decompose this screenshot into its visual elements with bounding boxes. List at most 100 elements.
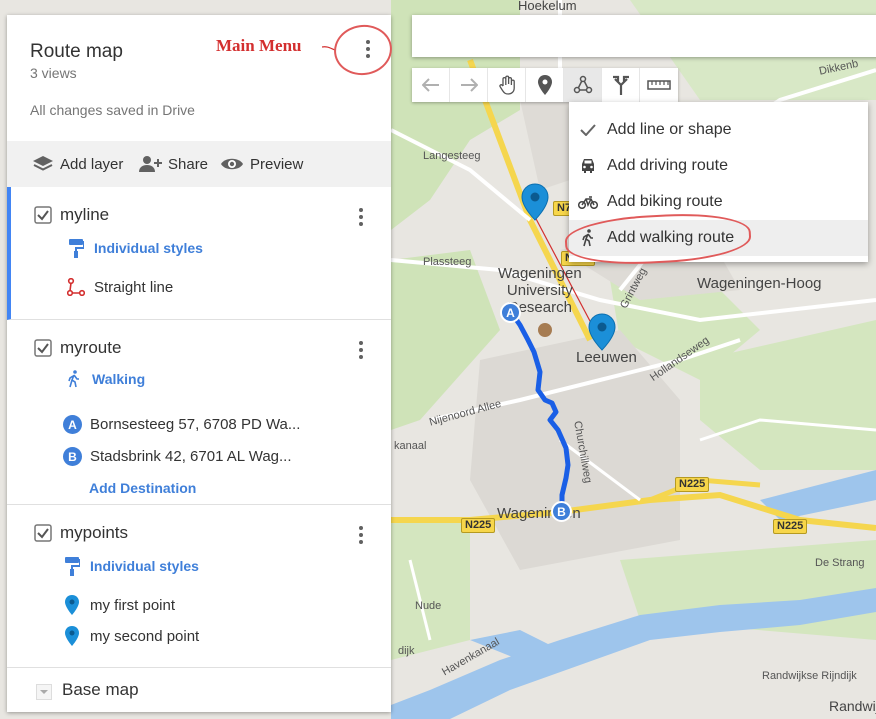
draw-dropdown-menu: Add line or shape Add driving route Add … xyxy=(569,102,868,262)
kebab-icon xyxy=(366,40,370,44)
layer-name[interactable]: mypoints xyxy=(60,523,128,543)
walking-icon xyxy=(569,229,607,247)
route-stop-b[interactable]: B Stadsbrink 42, 6701 AL Wag... xyxy=(63,447,292,466)
layer-mypoints: mypoints Individual styles my first poin… xyxy=(7,505,391,667)
map-pin-icon xyxy=(62,595,82,615)
menu-item-add-line[interactable]: Add line or shape xyxy=(569,112,868,148)
main-menu-button[interactable] xyxy=(358,37,378,61)
panel-toolbar: Add layer Share Preview xyxy=(7,141,391,187)
layers-icon xyxy=(33,156,53,171)
check-icon xyxy=(569,124,607,136)
layer-options-button[interactable] xyxy=(351,338,371,362)
redo-icon xyxy=(460,78,478,92)
hand-icon xyxy=(498,75,515,95)
layer-name[interactable]: myroute xyxy=(60,338,121,358)
layer-myroute: myroute Walking A Bornsesteeg 57, 6708 P… xyxy=(7,320,391,505)
road-badge-n225-east: N225 xyxy=(675,477,710,492)
add-destination-link[interactable]: Add Destination xyxy=(89,480,196,496)
paint-roller-icon xyxy=(62,556,82,576)
layer-checkbox[interactable] xyxy=(34,206,52,224)
paint-roller-icon xyxy=(66,238,86,258)
base-map-label: Base map xyxy=(62,680,139,699)
stop-badge-a: A xyxy=(63,415,82,434)
undo-button[interactable] xyxy=(412,68,450,102)
kebab-icon xyxy=(359,526,363,530)
preview-label: Preview xyxy=(250,155,304,173)
directions-button[interactable] xyxy=(602,68,640,102)
stop-address: Bornsesteeg 57, 6708 PD Wa... xyxy=(90,416,301,433)
directions-icon xyxy=(612,75,629,95)
map-panel: Route map 3 views All changes saved in D… xyxy=(7,15,396,712)
draw-line-icon xyxy=(573,75,592,94)
map-label-de-strang: De Strang xyxy=(815,557,865,569)
map-pin-icon xyxy=(62,626,82,646)
view-count: 3 views xyxy=(30,65,77,81)
map-label-leeuwen: Leeuwen xyxy=(576,349,637,366)
kebab-icon xyxy=(359,341,363,345)
layer-checkbox[interactable] xyxy=(34,524,52,542)
layer-options-button[interactable] xyxy=(351,523,371,547)
route-mode-label: Walking xyxy=(92,371,146,387)
map-pin-first-point[interactable] xyxy=(521,183,549,221)
map-label-plassteeg: Plassteeg xyxy=(423,256,472,268)
style-label: Individual styles xyxy=(90,558,199,574)
map-label-nude: Nude xyxy=(415,600,442,612)
eye-icon xyxy=(221,158,243,170)
layer-options-button[interactable] xyxy=(351,205,371,229)
route-mode-link[interactable]: Walking xyxy=(64,369,145,389)
chevron-down-icon xyxy=(36,684,52,700)
map-toolbar xyxy=(412,68,678,102)
preview-button[interactable]: Preview xyxy=(220,141,303,187)
kebab-icon-dot xyxy=(359,533,363,537)
feature-first-point[interactable]: my first point xyxy=(62,595,175,615)
marker-icon xyxy=(537,75,552,95)
kebab-icon-dot xyxy=(359,215,363,219)
layer-checkbox[interactable] xyxy=(34,339,52,357)
save-status: All changes saved in Drive xyxy=(30,102,195,118)
map-label-randwijk: Randwijk xyxy=(829,698,876,714)
layer-name[interactable]: myline xyxy=(60,205,109,225)
kebab-icon xyxy=(359,208,363,212)
kebab-icon-dot xyxy=(359,355,363,359)
layer-style-link[interactable]: Individual styles xyxy=(62,556,199,576)
add-layer-button[interactable]: Add layer xyxy=(32,141,123,187)
menu-item-label: Add walking route xyxy=(607,229,735,246)
menu-item-add-driving-route[interactable]: Add driving route xyxy=(569,148,868,184)
redo-button[interactable] xyxy=(450,68,488,102)
feature-straight-line[interactable]: Straight line xyxy=(66,277,173,297)
menu-item-label: Add driving route xyxy=(607,157,728,174)
menu-item-add-walking-route[interactable]: Add walking route xyxy=(569,220,868,256)
menu-item-add-biking-route[interactable]: Add biking route xyxy=(569,184,868,220)
map-title[interactable]: Route map xyxy=(30,41,123,63)
map-label-university-line1: Wageningen xyxy=(498,265,582,282)
map-label-wageningen-hoog: Wageningen-Hoog xyxy=(697,275,822,292)
feature-label: Straight line xyxy=(94,278,174,296)
measure-button[interactable] xyxy=(640,68,678,102)
base-map-section[interactable]: Base map xyxy=(7,667,391,712)
menu-item-label: Add line or shape xyxy=(607,121,732,138)
route-marker-b[interactable]: B xyxy=(551,501,572,522)
share-button[interactable]: Share xyxy=(138,141,208,187)
stop-badge-b: B xyxy=(63,447,82,466)
feature-label: my first point xyxy=(90,596,176,614)
route-marker-a[interactable]: A xyxy=(500,302,521,323)
add-marker-button[interactable] xyxy=(526,68,564,102)
add-person-icon xyxy=(139,156,162,172)
line-shape-icon xyxy=(66,277,86,297)
share-label: Share xyxy=(168,155,209,173)
map-label-university-line2: University xyxy=(506,282,573,299)
menu-item-label: Add biking route xyxy=(607,193,723,210)
search-input[interactable] xyxy=(412,15,876,57)
select-hand-button[interactable] xyxy=(488,68,526,102)
kebab-icon-dot xyxy=(359,348,363,352)
stop-address: Stadsbrink 42, 6701 AL Wag... xyxy=(90,448,292,465)
walking-icon xyxy=(64,369,84,389)
map-pin-second-point[interactable] xyxy=(588,313,616,351)
layer-style-link[interactable]: Individual styles xyxy=(66,238,203,258)
road-badge-n225-far-east: N225 xyxy=(773,519,808,534)
style-label: Individual styles xyxy=(94,240,203,256)
layer-myline: myline Individual styles Straight line xyxy=(7,187,391,320)
feature-second-point[interactable]: my second point xyxy=(62,626,199,646)
draw-line-button[interactable] xyxy=(564,68,602,102)
route-stop-a[interactable]: A Bornsesteeg 57, 6708 PD Wa... xyxy=(63,415,300,434)
